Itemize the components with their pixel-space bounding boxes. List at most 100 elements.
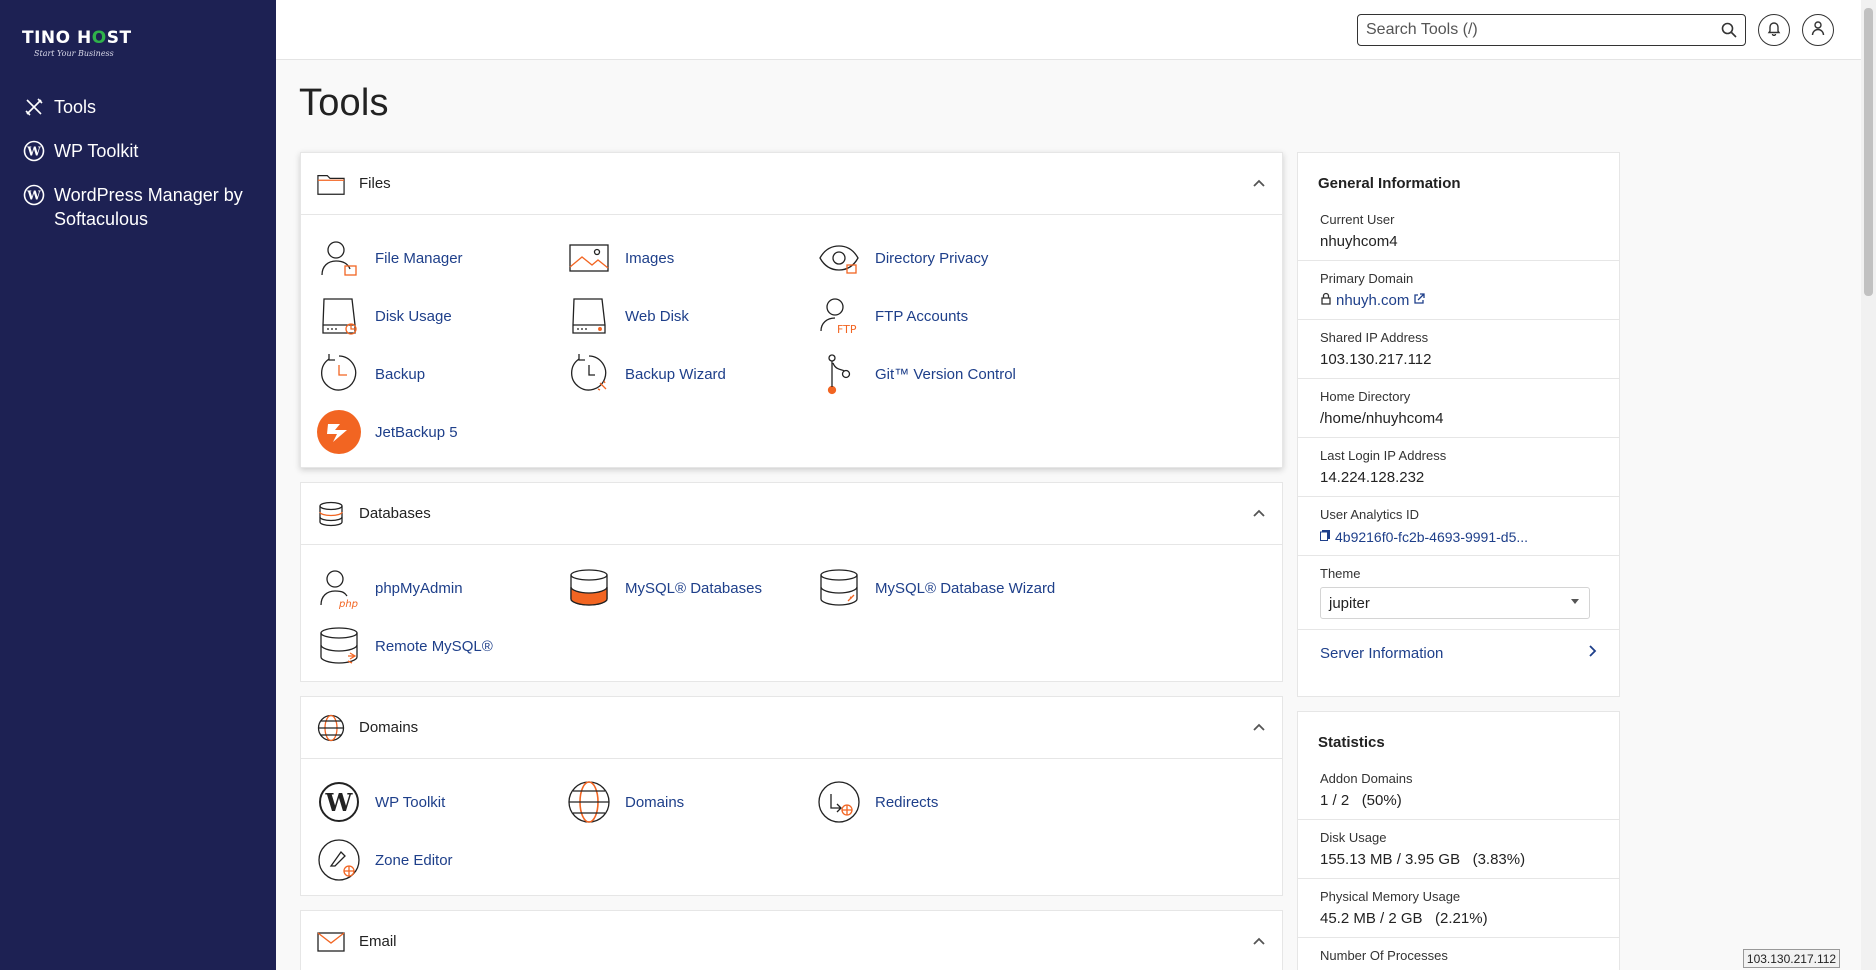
files-section-header[interactable]: Files	[301, 153, 1282, 215]
tool-mysql-databases[interactable]: MySQL® Databases	[567, 559, 817, 617]
sidebar-item-wp-toolkit[interactable]: W WP Toolkit	[0, 139, 276, 163]
scrollbar-thumb[interactable]	[1864, 8, 1873, 296]
svg-text:FTP: FTP	[837, 323, 857, 336]
databases-tools-grid: php phpMyAdmin MySQL® Databases MySQL® D…	[301, 545, 1282, 675]
notifications-button[interactable]	[1758, 14, 1790, 46]
info-label: Theme	[1320, 566, 1361, 581]
logo-tagline: Start Your Business	[34, 49, 114, 58]
theme-select[interactable]: jupiter	[1320, 587, 1590, 619]
tool-zone-editor[interactable]: Zone Editor	[317, 831, 567, 889]
chevron-up-icon[interactable]	[1252, 175, 1266, 193]
tool-backup-wizard[interactable]: Backup Wizard	[567, 345, 817, 403]
info-value: nhuyhcom4	[1320, 233, 1398, 250]
tool-label: Redirects	[875, 793, 939, 811]
svg-text:php: php	[338, 599, 358, 609]
stat-label: Number Of Processes	[1320, 948, 1448, 963]
stat-label: Addon Domains	[1320, 771, 1413, 786]
eye-icon	[817, 236, 861, 280]
tool-file-manager[interactable]: File Manager	[317, 229, 567, 287]
svg-text:W: W	[325, 788, 354, 817]
sidebar-item-label: Tools	[54, 97, 97, 117]
remote-mysql-icon	[317, 624, 361, 668]
tool-directory-privacy[interactable]: Directory Privacy	[817, 229, 1067, 287]
email-section-header[interactable]: Email	[301, 911, 1282, 970]
tool-mysql-database-wizard[interactable]: MySQL® Database Wizard	[817, 559, 1067, 617]
tool-label: Disk Usage	[375, 307, 452, 325]
file-manager-icon	[317, 236, 361, 280]
chevron-up-icon[interactable]	[1252, 505, 1266, 523]
ftp-accounts-icon: FTP	[817, 294, 861, 338]
analytics-id-copy[interactable]: 4b9216f0-fc2b-4693-9991-d5...	[1320, 528, 1597, 545]
envelope-icon	[317, 928, 345, 956]
info-label: Shared IP Address	[1320, 330, 1429, 345]
tool-label: WP Toolkit	[375, 793, 446, 811]
jetbackup-icon	[317, 410, 361, 454]
copy-icon	[1320, 528, 1331, 545]
stat-label: Disk Usage	[1320, 830, 1387, 845]
databases-section: Databases php phpMyAdmin MySQL® Database…	[300, 482, 1283, 682]
tool-label: Directory Privacy	[875, 249, 989, 267]
mysql-databases-icon	[567, 566, 611, 610]
addon-domains-row: Addon Domains 1 / 2 (50%)	[1298, 761, 1619, 820]
files-section: Files File Manager Images Directory Priv…	[300, 152, 1283, 468]
tool-label: Web Disk	[625, 307, 689, 325]
images-icon	[567, 236, 611, 280]
tool-jetbackup[interactable]: JetBackup 5	[317, 403, 567, 461]
search-input[interactable]	[1358, 15, 1745, 45]
phpmyadmin-icon: php	[317, 566, 361, 610]
info-value: 14.224.128.232	[1320, 469, 1425, 486]
tinohost-logo[interactable]: TINO HOST Start Your Business	[22, 28, 132, 60]
tool-redirects[interactable]: Redirects	[817, 773, 1067, 831]
sidebar-item-tools[interactable]: Tools	[0, 95, 276, 119]
theme-value: jupiter	[1329, 594, 1370, 612]
tool-git-version-control[interactable]: Git™ Version Control	[817, 345, 1067, 403]
user-icon	[1810, 20, 1826, 41]
tool-domains[interactable]: Domains	[567, 773, 817, 831]
databases-section-header[interactable]: Databases	[301, 483, 1282, 545]
info-label: User Analytics ID	[1320, 507, 1419, 522]
primary-domain-row: Primary Domain nhuyh.com	[1298, 261, 1619, 320]
backup-icon	[317, 352, 361, 396]
sidebar-item-wordpress-manager[interactable]: W WordPress Manager by Softaculous	[0, 183, 276, 231]
chevron-up-icon[interactable]	[1252, 719, 1266, 737]
domains-section-header[interactable]: Domains	[301, 697, 1282, 759]
info-value: 4b9216f0-fc2b-4693-9991-d5...	[1335, 528, 1529, 545]
search-icon[interactable]	[1721, 22, 1737, 43]
tool-remote-mysql[interactable]: Remote MySQL®	[317, 617, 567, 675]
sidebar-item-label: WP Toolkit	[54, 141, 139, 161]
panel-title: General Information	[1318, 175, 1461, 192]
tool-disk-usage[interactable]: Disk Usage	[317, 287, 567, 345]
shared-ip-row: Shared IP Address 103.130.217.112	[1298, 320, 1619, 379]
domains-section: Domains W WP Toolkit Domains Redirects Z…	[300, 696, 1283, 896]
tool-backup[interactable]: Backup	[317, 345, 567, 403]
tool-web-disk[interactable]: Web Disk	[567, 287, 817, 345]
wordpress-icon: W	[317, 780, 361, 824]
disk-usage-icon	[317, 294, 361, 338]
user-menu-button[interactable]	[1802, 14, 1834, 46]
section-title: Domains	[359, 719, 419, 736]
tool-wp-toolkit[interactable]: W WP Toolkit	[317, 773, 567, 831]
stat-value: 1 / 2 (50%)	[1320, 792, 1402, 809]
domains-globe-icon	[567, 780, 611, 824]
theme-row: Theme jupiter	[1298, 556, 1619, 630]
tool-label: File Manager	[375, 249, 463, 267]
email-section: Email	[300, 910, 1283, 970]
tool-phpmyadmin[interactable]: php phpMyAdmin	[317, 559, 567, 617]
tool-ftp-accounts[interactable]: FTP FTP Accounts	[817, 287, 1067, 345]
tool-label: Images	[625, 249, 675, 267]
sidebar-nav: Tools W WP Toolkit W WordPress Manager b…	[0, 95, 276, 251]
lock-icon	[1320, 292, 1332, 309]
wordpress-icon: W	[22, 183, 46, 207]
tool-label: Backup	[375, 365, 426, 383]
chevron-up-icon[interactable]	[1252, 933, 1266, 951]
server-information-link[interactable]: Server Information	[1298, 630, 1619, 676]
tool-label: phpMyAdmin	[375, 579, 463, 597]
files-tools-grid: File Manager Images Directory Privacy Di…	[301, 215, 1282, 461]
tools-icon	[22, 95, 46, 119]
page-title: Tools	[299, 82, 389, 124]
stat-label: Physical Memory Usage	[1320, 889, 1461, 904]
vertical-scrollbar[interactable]	[1861, 0, 1876, 970]
tool-images[interactable]: Images	[567, 229, 817, 287]
primary-domain-link[interactable]: nhuyh.com	[1320, 292, 1597, 309]
wordpress-icon: W	[22, 139, 46, 163]
